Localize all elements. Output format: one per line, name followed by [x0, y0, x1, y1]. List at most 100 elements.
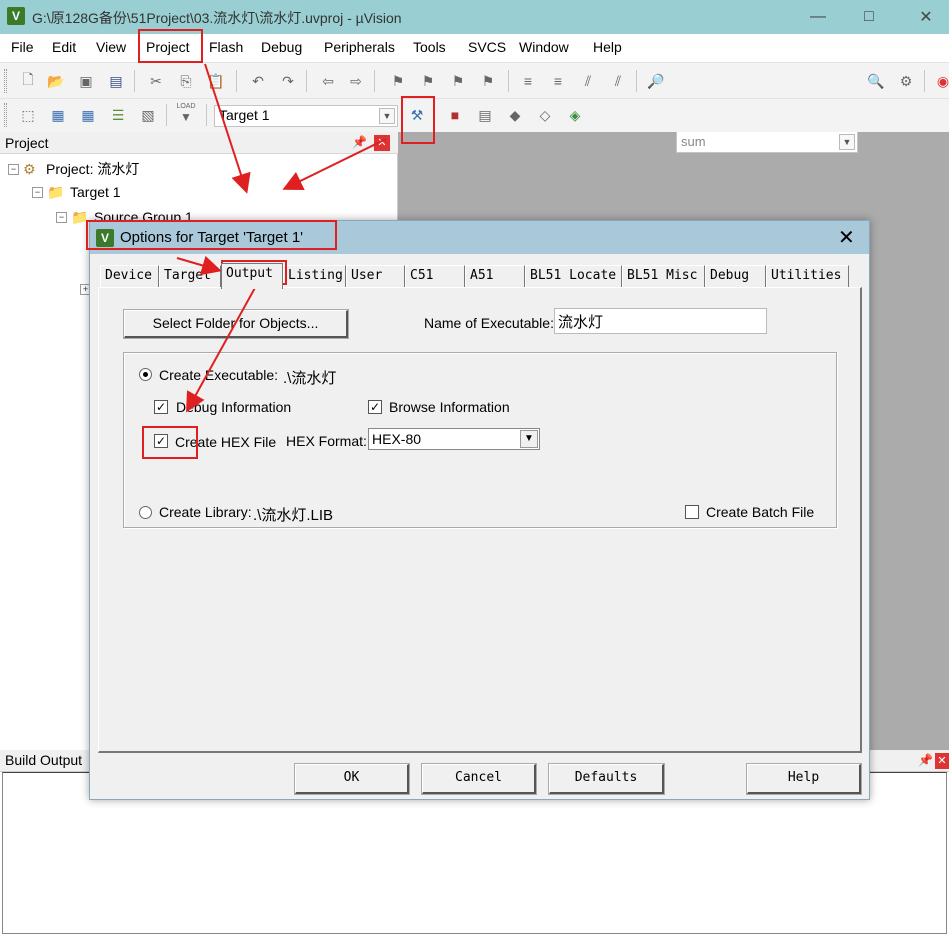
- pack-installer-icon[interactable]: ◇: [535, 105, 555, 125]
- tab-user[interactable]: User: [346, 265, 405, 287]
- menu-file[interactable]: File: [11, 39, 34, 55]
- build-toolbar: ⬚ ▦ ▦ ☰ ▧ LOAD ▼ Target 1 ▼ ⚒ ■ ▤ ◆ ◇ ◈: [0, 98, 949, 132]
- unindent-icon[interactable]: ≡: [548, 71, 568, 91]
- next-bookmark-icon[interactable]: ⚑: [448, 71, 468, 91]
- close-icon[interactable]: ✕: [903, 0, 949, 34]
- tab-target[interactable]: Target: [159, 265, 221, 287]
- tab-bl51-misc[interactable]: BL51 Misc: [622, 265, 705, 287]
- nav-forward-icon[interactable]: ⇨: [346, 71, 366, 91]
- find-icon[interactable]: 🔍: [866, 71, 886, 91]
- nav-back-icon[interactable]: ⇦: [318, 71, 338, 91]
- hex-format-select[interactable]: HEX-80 ▼: [368, 428, 540, 450]
- menu-flash[interactable]: Flash: [209, 39, 243, 55]
- ok-button[interactable]: OK: [294, 763, 410, 795]
- save-all-icon[interactable]: ▤: [106, 71, 126, 91]
- build-icon[interactable]: ▦: [48, 105, 68, 125]
- close-panel-icon[interactable]: ✕: [935, 753, 949, 769]
- pin-icon[interactable]: 📌: [352, 135, 367, 149]
- incremental-find-icon[interactable]: ⚙: [896, 71, 916, 91]
- file-extensions-icon[interactable]: ▤: [475, 105, 495, 125]
- chevron-down-icon[interactable]: ▼: [839, 134, 855, 150]
- pin-icon[interactable]: 📌: [918, 753, 933, 767]
- file-toolbar: 🗋 📂 ▣ ▤ ✂ ⎘ 📋 ↶ ↷ ⇦ ⇨ ⚑ ⚑ ⚑ ⚑ ≡ ≡ ⫽ ⫽ 🔎 …: [0, 62, 949, 153]
- menu-view[interactable]: View: [96, 39, 126, 55]
- indent-icon[interactable]: ≡: [518, 71, 538, 91]
- translate-icon[interactable]: ⬚: [18, 105, 38, 125]
- target-select-value: Target 1: [219, 107, 270, 123]
- run-time-env-icon[interactable]: ◈: [565, 105, 585, 125]
- tab-device[interactable]: Device: [100, 265, 159, 287]
- manage-components-icon[interactable]: ■: [445, 105, 465, 125]
- minimize-icon[interactable]: —: [795, 0, 841, 34]
- rebuild-icon[interactable]: ▦: [78, 105, 98, 125]
- tab-c51[interactable]: C51: [405, 265, 465, 287]
- create-library-label: Create Library:: [159, 504, 252, 520]
- close-icon[interactable]: ✕: [838, 225, 855, 250]
- tab-utilities[interactable]: Utilities: [766, 265, 849, 287]
- new-file-icon[interactable]: 🗋: [18, 71, 38, 91]
- close-panel-icon[interactable]: ✕: [374, 135, 390, 151]
- collapse-icon[interactable]: −: [8, 163, 19, 175]
- tab-listing[interactable]: Listing: [283, 265, 346, 287]
- collapse-icon[interactable]: −: [56, 211, 67, 223]
- project-panel-header: Project 📌 ✕: [0, 132, 398, 154]
- tree-item-project[interactable]: − ⚙ Project: 流水灯: [8, 159, 139, 179]
- comment-icon[interactable]: ⫽: [578, 71, 598, 91]
- annotation-box-dialog-title: [86, 220, 337, 250]
- defaults-button[interactable]: Defaults: [548, 763, 665, 795]
- tree-item-target[interactable]: − 📁 Target 1: [32, 184, 121, 200]
- tab-bl51-locate[interactable]: BL51 Locate: [525, 265, 622, 287]
- annotation-box-options-icon: [401, 96, 435, 144]
- menu-peripherals[interactable]: Peripherals: [324, 39, 395, 55]
- stop-build-icon[interactable]: ▧: [138, 105, 158, 125]
- menu-edit[interactable]: Edit: [52, 39, 76, 55]
- create-batch-checkbox[interactable]: [685, 505, 699, 519]
- find-combo-value: sum: [681, 134, 706, 149]
- cancel-button[interactable]: Cancel: [421, 763, 537, 795]
- tab-debug[interactable]: Debug: [705, 265, 766, 287]
- copy-icon[interactable]: ⎘: [176, 71, 196, 91]
- collapse-icon[interactable]: −: [32, 186, 43, 198]
- debug-session-icon[interactable]: ◉: [933, 71, 949, 91]
- find-combo[interactable]: sum ▼: [676, 131, 858, 153]
- uncomment-icon[interactable]: ⫽: [608, 71, 628, 91]
- prev-bookmark-icon[interactable]: ⚑: [418, 71, 438, 91]
- project-panel-title: Project: [5, 135, 49, 151]
- browse-info-checkbox[interactable]: ✓: [368, 400, 382, 414]
- target-select[interactable]: Target 1 ▼: [214, 105, 398, 127]
- paste-icon[interactable]: 📋: [206, 71, 226, 91]
- name-exe-label: Name of Executable:: [424, 315, 554, 331]
- undo-icon[interactable]: ↶: [248, 71, 268, 91]
- clear-bookmarks-icon[interactable]: ⚑: [478, 71, 498, 91]
- chevron-down-icon[interactable]: ▼: [520, 430, 538, 448]
- tree-item-label: Project: 流水灯: [46, 161, 140, 177]
- maximize-icon[interactable]: □: [846, 0, 892, 34]
- open-folder-icon[interactable]: 📂: [46, 71, 66, 91]
- tab-a51[interactable]: A51: [465, 265, 525, 287]
- create-library-radio[interactable]: [139, 506, 152, 519]
- name-exe-input[interactable]: 流水灯: [554, 308, 767, 334]
- create-executable-radio[interactable]: [139, 368, 152, 381]
- menu-svcs[interactable]: SVCS: [468, 39, 506, 55]
- toolbar-grip[interactable]: [4, 103, 7, 127]
- bookmark-icon[interactable]: ⚑: [388, 71, 408, 91]
- menu-window[interactable]: Window: [519, 39, 569, 55]
- chevron-down-icon[interactable]: ▼: [379, 108, 395, 124]
- create-library-path: .\流水灯.LIB: [253, 507, 334, 524]
- find-in-files-icon[interactable]: 🔎: [646, 71, 666, 91]
- batch-build-icon[interactable]: ☰: [108, 105, 128, 125]
- help-button[interactable]: Help: [746, 763, 862, 795]
- save-icon[interactable]: ▣: [76, 71, 96, 91]
- load-icon[interactable]: LOAD ▼: [176, 103, 196, 124]
- debug-info-checkbox[interactable]: ✓: [154, 400, 168, 414]
- redo-icon[interactable]: ↷: [278, 71, 298, 91]
- menu-debug[interactable]: Debug: [261, 39, 302, 55]
- cut-icon[interactable]: ✂: [146, 71, 166, 91]
- menu-tools[interactable]: Tools: [413, 39, 446, 55]
- select-folder-button[interactable]: Select Folder for Objects...: [123, 309, 349, 339]
- manage-environment-icon[interactable]: ◆: [505, 105, 525, 125]
- tab-output[interactable]: Output: [221, 263, 283, 289]
- create-executable-path: .\流水灯: [283, 370, 337, 387]
- menu-help[interactable]: Help: [593, 39, 622, 55]
- toolbar-grip[interactable]: [4, 69, 7, 93]
